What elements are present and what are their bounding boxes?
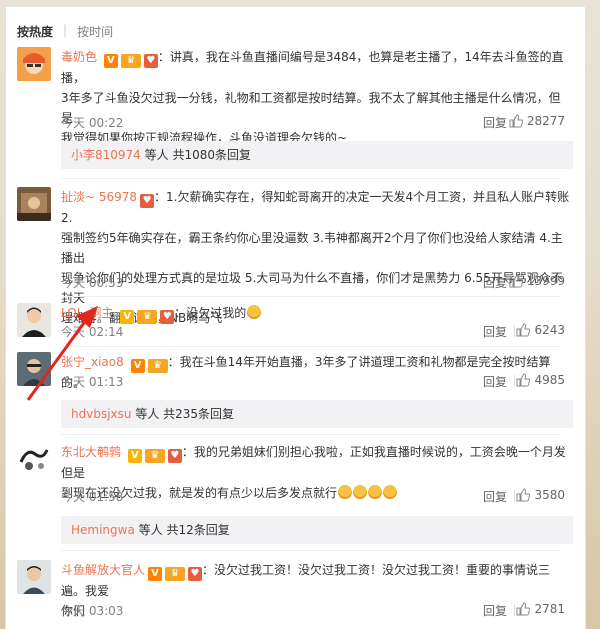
- reply-button[interactable]: 回复: [483, 274, 507, 291]
- sub-reply-user[interactable]: 小李810974: [71, 148, 141, 162]
- verified-icon: V: [120, 310, 135, 324]
- heart-icon: ♥: [188, 567, 203, 581]
- comment-text: 东北大鹌鹑 V ♛ ♥ ：我的兄弟姐妹们别担心我啦，正如我直播时候说的，工资会晚一个月…: [61, 442, 571, 483]
- timestamp: 今天 00:22: [61, 116, 124, 130]
- sub-reply-count: 等人 共235条回复: [135, 407, 235, 421]
- vip-icon: ♛: [120, 54, 141, 68]
- divider: [61, 178, 561, 179]
- like-button[interactable]: 6243: [516, 323, 565, 337]
- divider: [61, 296, 561, 297]
- emoji-icon: [247, 305, 262, 319]
- username[interactable]: 斗鱼解放大官人: [61, 563, 145, 577]
- heart-icon: ♥: [143, 54, 158, 68]
- comment-meta: 今天 00:22 回复 28277: [61, 114, 571, 132]
- reply-button[interactable]: 回复: [483, 114, 507, 131]
- avatar[interactable]: [17, 442, 51, 476]
- comment-meta: 今天 00:53 回复 13999: [61, 274, 571, 292]
- like-button[interactable]: 3580: [516, 488, 565, 502]
- thumbs-up-icon: [509, 114, 523, 128]
- comment-text: 扯淡~ 56978 ♥ ：1.欠薪确实存在，得知蛇哥离开的决定一天发4个月工资，并且…: [61, 187, 571, 228]
- thumbs-up-icon: [516, 488, 531, 502]
- comment-meta: 今天 01:58 回复 3580: [61, 488, 571, 506]
- vip-icon: ♛: [144, 449, 165, 463]
- thumbs-up-icon: [516, 373, 531, 387]
- thumbs-up-icon: [509, 274, 523, 288]
- avatar[interactable]: [17, 560, 51, 594]
- like-button[interactable]: 2781: [516, 602, 565, 616]
- username[interactable]: 毒奶色: [61, 50, 97, 64]
- divider: [61, 434, 561, 435]
- divider: [514, 375, 515, 387]
- comment-meta: 今天 01:13 回复 4985: [61, 373, 571, 391]
- comment-text: 毒奶色 V ♛ ♥ ：讲真，我在斗鱼直播间编号是3484，也算是老主播了，14年去斗鱼…: [61, 47, 571, 88]
- comment-text: 斗鱼解放大官人 V ♛ ♥ ：没欠过我工资！没欠过我工资！没欠过我工资！重要的事情说三遍…: [61, 560, 571, 601]
- heart-icon: ♥: [160, 310, 175, 324]
- sub-reply-count: 等人 共12条回复: [138, 523, 230, 537]
- sub-reply-count: 等人 共1080条回复: [144, 148, 251, 162]
- verified-icon: V: [103, 54, 118, 68]
- divider: [514, 604, 515, 616]
- thumbs-up-icon: [516, 323, 531, 337]
- sub-reply-user[interactable]: Hemingwa: [71, 523, 135, 537]
- reply-button[interactable]: 回复: [483, 373, 507, 390]
- verified-icon: V: [148, 567, 163, 581]
- like-button[interactable]: 13999: [509, 274, 565, 288]
- avatar[interactable]: [17, 187, 51, 221]
- vip-icon: ♛: [147, 359, 168, 373]
- like-count: 13999: [526, 274, 565, 288]
- comment-line: 强制签约5年确实存在，霸王条约你心里没逼数 3.韦神都离开2个月了你们也没给人家…: [61, 231, 563, 265]
- avatar[interactable]: [17, 47, 51, 81]
- like-count: 2781: [534, 602, 565, 616]
- reply-button[interactable]: 回复: [483, 323, 507, 340]
- reply-button[interactable]: 回复: [483, 602, 507, 619]
- verified-icon: V: [127, 449, 142, 463]
- vip-icon: ♛: [165, 567, 186, 581]
- like-button[interactable]: 4985: [516, 373, 565, 387]
- like-count: 6243: [534, 323, 565, 337]
- like-button[interactable]: 28277: [509, 114, 565, 128]
- comment-meta: 今天 02:14 回复 6243: [61, 323, 571, 341]
- timestamp: 今天 01:58: [61, 490, 124, 504]
- divider: [61, 550, 561, 551]
- verified-icon: V: [130, 359, 145, 373]
- annotation-arrow: [26, 306, 98, 401]
- comment-line: ：1.欠薪确实存在，得知蛇哥离开的决定一天发4个月工资，并且私人账户转账 2.: [61, 190, 570, 225]
- comment-line: ：没欠过我的: [174, 306, 247, 320]
- sub-replies-link[interactable]: hdvbsjxsu 等人 共235条回复: [61, 400, 573, 428]
- divider: [514, 490, 515, 502]
- timestamp: 今天 00:53: [61, 276, 124, 290]
- sort-by-time[interactable]: 按时间: [77, 23, 113, 40]
- sub-replies-link[interactable]: 小李810974 等人 共1080条回复: [61, 141, 573, 169]
- comment-text: LOL_洞主 V♛♥：没欠过我的: [61, 303, 571, 324]
- reply-button[interactable]: 回复: [483, 488, 507, 505]
- sort-separator: |: [63, 23, 68, 37]
- sort-by-hot[interactable]: 按热度: [17, 23, 53, 40]
- like-count: 28277: [526, 114, 565, 128]
- sub-replies-link[interactable]: Hemingwa 等人 共12条回复: [61, 516, 573, 544]
- thumbs-up-icon: [516, 602, 531, 616]
- like-count: 4985: [534, 373, 565, 387]
- heart-icon: ♥: [140, 194, 155, 208]
- vip-icon: ♛: [137, 310, 158, 324]
- heart-icon: ♥: [167, 449, 182, 463]
- divider: [514, 325, 515, 337]
- comment-meta: 今天 03:03 回复 2781: [61, 602, 571, 620]
- sort-bar: 按热度 | 按时间: [17, 23, 113, 40]
- timestamp: 今天 03:03: [61, 604, 124, 618]
- divider: [61, 346, 561, 347]
- like-count: 3580: [534, 488, 565, 502]
- username[interactable]: 东北大鹌鹑: [61, 445, 121, 459]
- username[interactable]: 扯淡~ 56978: [61, 190, 137, 204]
